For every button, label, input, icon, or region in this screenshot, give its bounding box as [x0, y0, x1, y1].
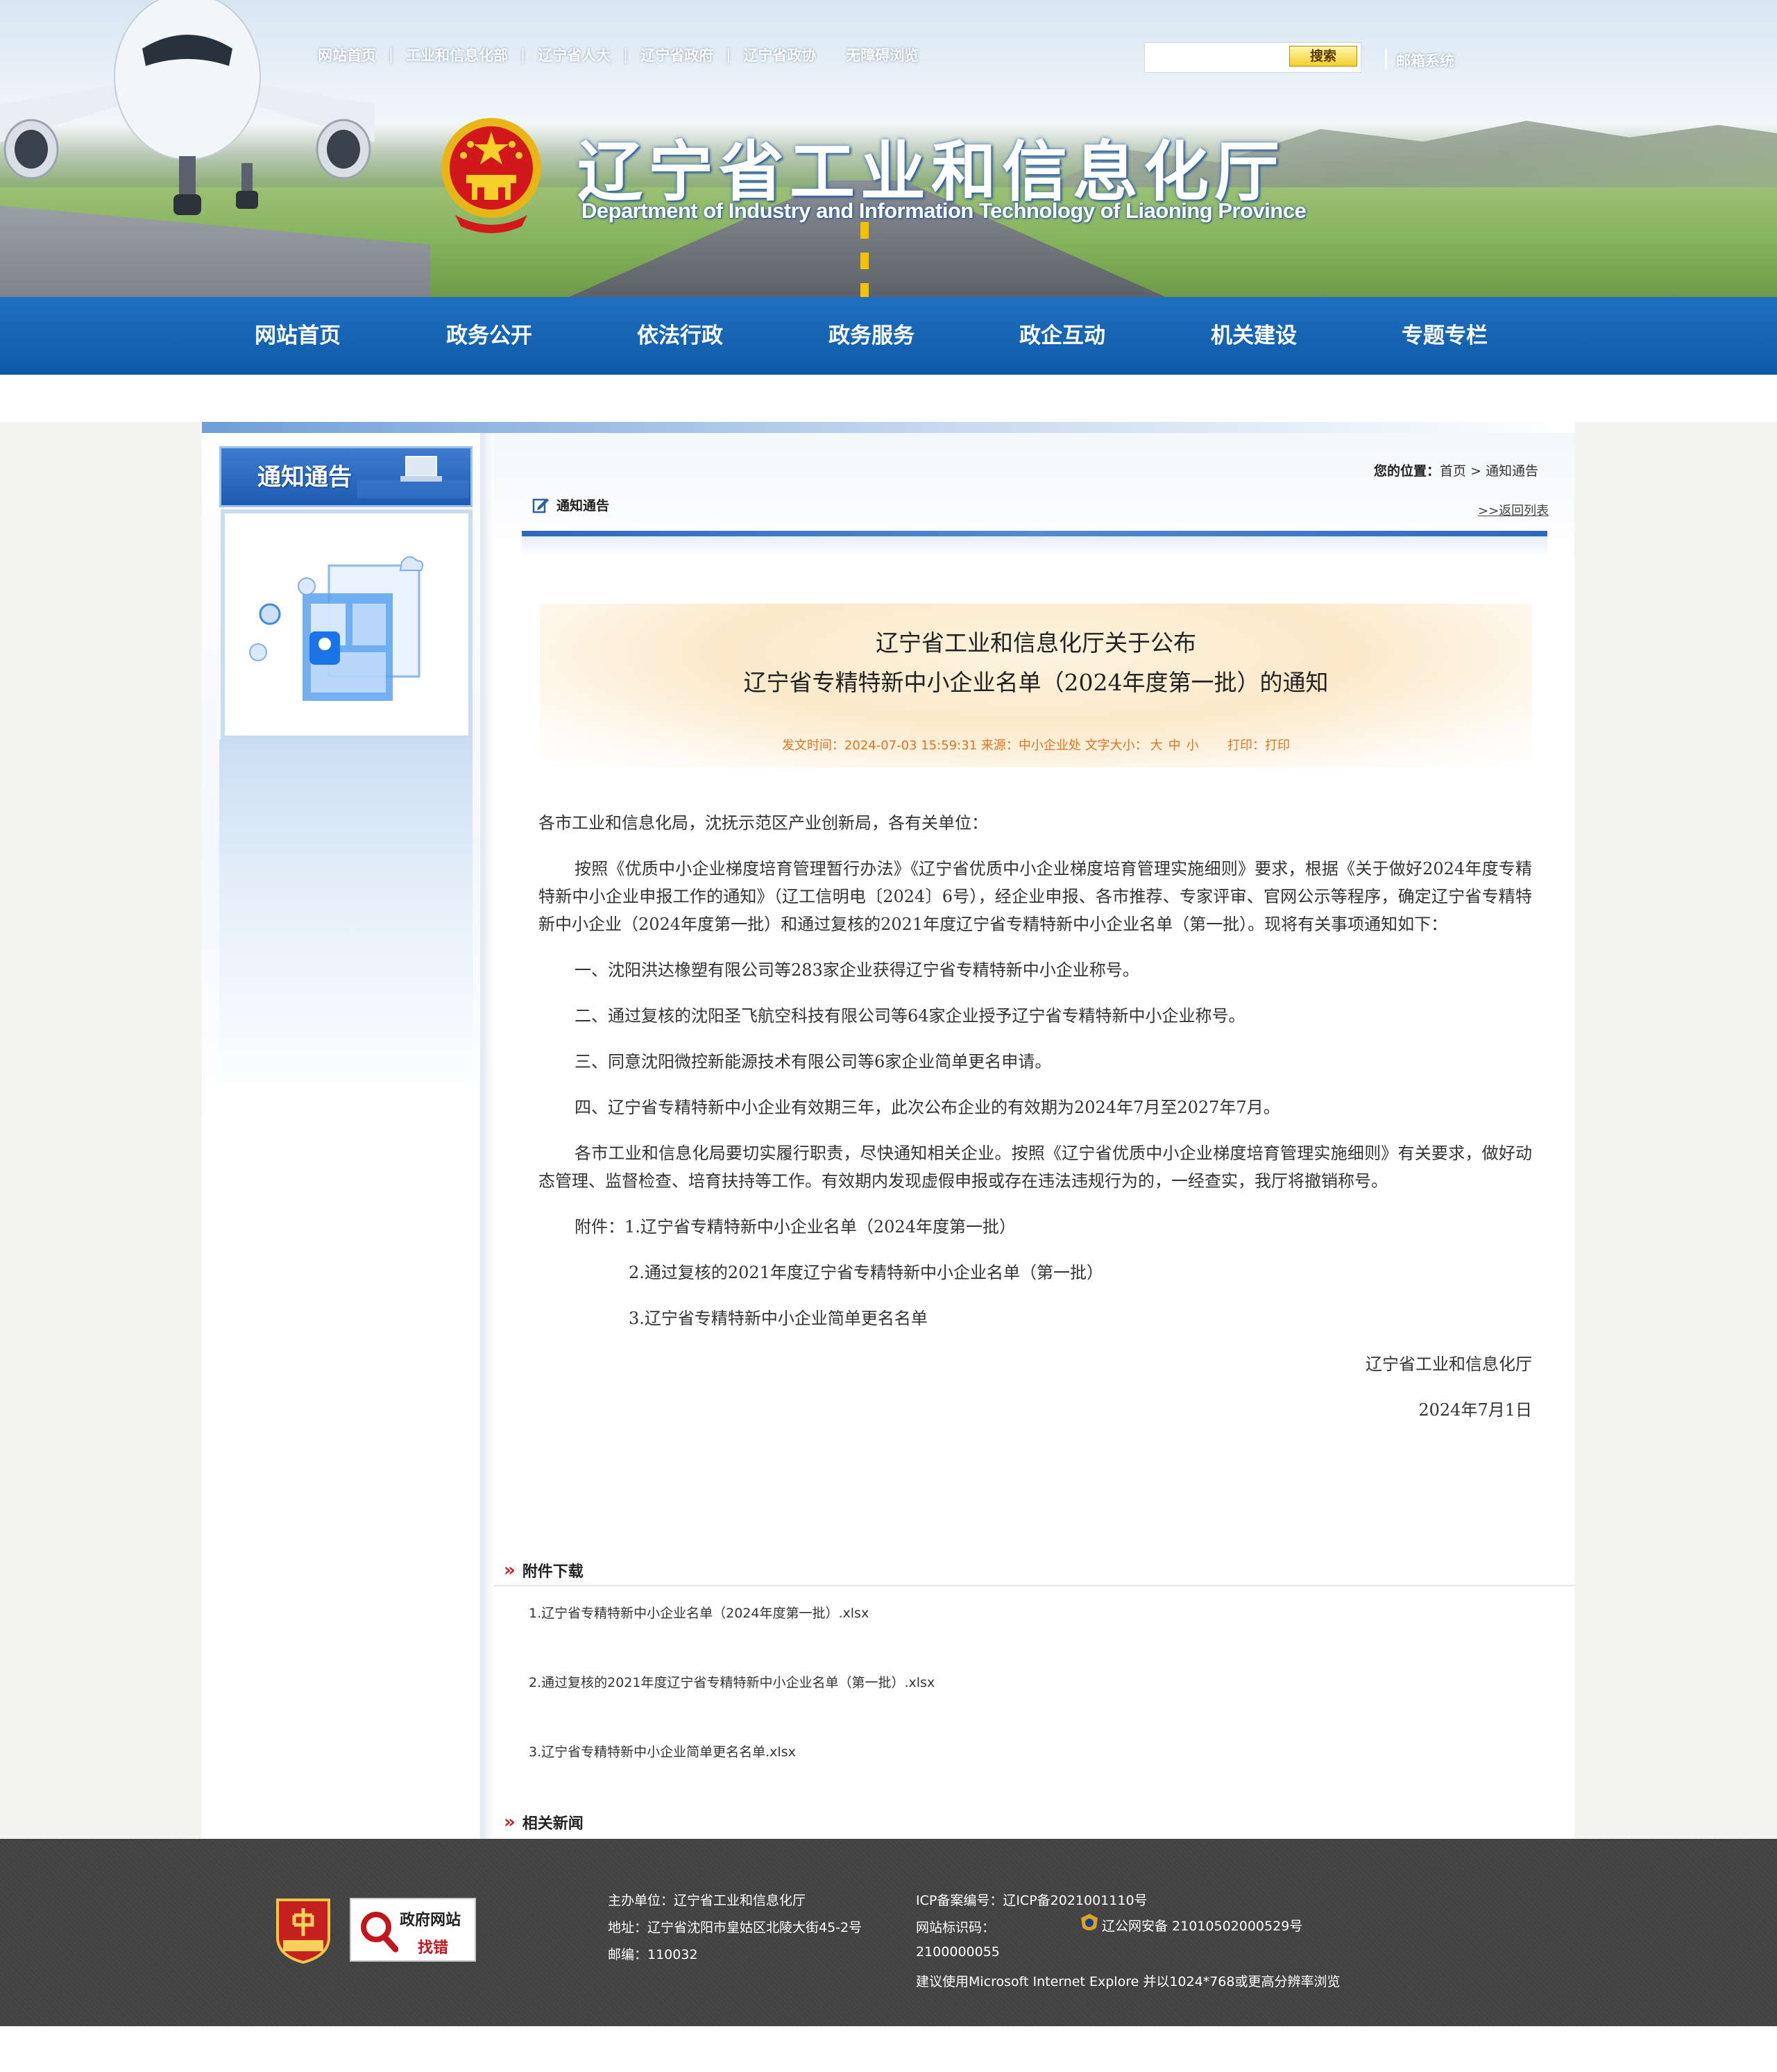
footer-site-id-label: 网站标识码： — [916, 1920, 996, 1935]
body-paragraph: 二、通过复核的沈阳圣飞航空科技有限公司等64家企业授予辽宁省专精特新中小企业称号… — [575, 1006, 1245, 1026]
sidebar-title-box: 通知通告 — [219, 446, 473, 507]
footer-host: 主办单位：辽宁省工业和信息化厅 — [608, 1893, 806, 1908]
airplane-image — [0, 0, 375, 215]
meta-print-label: 打印： — [1227, 738, 1266, 753]
nav-item-organ[interactable]: 机关建设 — [1211, 297, 1297, 375]
mail-system-link[interactable]: 邮箱系统 — [1396, 50, 1454, 71]
body-paragraph: 按照《优质中小企业梯度培育管理暂行办法》《辽宁省优质中小企业梯度培育管理实施细则… — [538, 859, 1532, 934]
toplink-home[interactable]: 网站首页 — [318, 44, 376, 65]
meta-fontsize-label: 文字大小： — [1085, 738, 1148, 753]
attachment-link-1[interactable]: 1.辽宁省专精特新中小企业名单（2024年度第一批）.xlsx — [529, 1603, 869, 1622]
search-input[interactable] — [1149, 49, 1288, 67]
breadcrumb: 您的位置：首页 > 通知通告 — [1374, 461, 1538, 479]
toplink-gov[interactable]: 辽宁省政府 — [640, 44, 713, 65]
back-to-list-link[interactable]: >>返回列表 — [1478, 501, 1549, 519]
left-decor-strip — [219, 740, 473, 1101]
body-paragraph: 各市工业和信息化局要切实履行职责，尽快通知相关企业。按照《辽宁省优质中小企业梯度… — [538, 1144, 1532, 1191]
section-label-row: 通知通告 — [532, 495, 609, 514]
related-news-header: » 相关新闻 — [504, 1808, 584, 1836]
edit-icon — [532, 498, 549, 513]
attachment-line: 3.辽宁省专精特新中小企业简单更名名单 — [629, 1309, 928, 1328]
site-title-en: Department of Industry and Information T… — [581, 198, 1307, 223]
toplink-npc[interactable]: 辽宁省人大 — [538, 44, 611, 65]
sidebar-illustration-box — [221, 509, 473, 740]
article-title: 辽宁省工业和信息化厅关于公布 辽宁省专精特新中小企业名单（2024年度第一批）的… — [540, 623, 1532, 702]
national-emblem-icon — [441, 118, 541, 233]
govfind-line1: 政府网站 — [400, 1912, 461, 1929]
breadcrumb-label: 您的位置： — [1374, 464, 1440, 479]
attachment-line: 附件：1.辽宁省专精特新中小企业名单（2024年度第一批） — [575, 1217, 1016, 1237]
header-blue-rule — [522, 531, 1547, 536]
dashboard-illustration-icon — [249, 556, 423, 701]
article-title-line2: 辽宁省专精特新中小企业名单（2024年度第一批）的通知 — [743, 669, 1329, 696]
body-paragraph: 一、沈阳洪达橡塑有限公司等283家企业获得辽宁省专精特新中小企业称号。 — [575, 960, 1139, 980]
signature-date: 2024年7月1日 — [1418, 1400, 1532, 1420]
article-body: 各市工业和信息化局，沈抚示范区产业创新局，各有关单位： 按照《优质中小企业梯度培… — [538, 809, 1532, 1442]
footer-postcode: 邮编：110032 — [608, 1947, 698, 1962]
main-nav: 网站首页 政务公开 依法行政 政务服务 政企互动 机关建设 专题专栏 — [0, 297, 1777, 375]
attachments-rule — [494, 1585, 1574, 1586]
section-label: 通知通告 — [556, 498, 610, 513]
article-meta: 发文时间：2024-07-03 15:59:31 来源：中小企业处 文字大小：大… — [540, 736, 1532, 754]
toplink-separator: | — [623, 46, 629, 63]
body-paragraph: 各市工业和信息化局，沈抚示范区产业创新局，各有关单位： — [538, 813, 988, 833]
toplink-separator: | — [726, 46, 731, 63]
footer-browser-tip: 建议使用Microsoft Internet Explore 并以1024*76… — [916, 1974, 1341, 1989]
govfind-line2: 找错 — [418, 1939, 449, 1957]
meta-pubtime: 发文时间：2024-07-03 15:59:31 — [781, 738, 978, 753]
body-paragraph: 三、同意沈阳微控新能源技术有限公司等6家企业简单更名申请。 — [575, 1052, 1052, 1071]
gov-site-report-error-button[interactable]: 政府网站 找错 — [350, 1898, 476, 1962]
breadcrumb-current[interactable]: 通知通告 — [1486, 464, 1538, 479]
police-badge-icon — [1081, 1914, 1098, 1930]
laptop-icon — [357, 456, 468, 498]
top-links-bar: 网站首页 | 工业和信息化部 | 辽宁省人大 | 辽宁省政府 | 辽宁省政协 |… — [318, 44, 919, 65]
breadcrumb-separator: > — [1470, 464, 1481, 479]
attachment-line: 2.通过复核的2021年度辽宁省专精特新中小企业名单（第一批） — [629, 1263, 1103, 1282]
header-banner: 网站首页 | 工业和信息化部 | 辽宁省人大 | 辽宁省政府 | 辽宁省政协 |… — [0, 0, 1777, 297]
nav-item-gov-service[interactable]: 政务服务 — [828, 297, 915, 375]
nav-item-home[interactable]: 网站首页 — [255, 297, 341, 375]
magnifier-icon — [361, 1912, 398, 1953]
sidebar-title: 通知通告 — [257, 464, 352, 491]
footer-address: 地址：辽宁省沈阳市皇姑区北陵大街45-2号 — [608, 1920, 862, 1935]
toplink-separator: | — [389, 46, 394, 63]
toplink-cppcc[interactable]: 辽宁省政协 — [743, 44, 816, 65]
related-news-title: 相关新闻 — [522, 1815, 584, 1833]
footer-icp[interactable]: ICP备案编号：辽ICP备2021001110号 — [916, 1890, 1148, 1909]
search-button[interactable]: 搜索 — [1289, 46, 1357, 67]
toplink-miit[interactable]: 工业和信息化部 — [406, 44, 508, 65]
container-top-border — [202, 422, 1574, 433]
banner-road-line — [860, 222, 869, 297]
attachment-link-2[interactable]: 2.通过复核的2021年度辽宁省专精特新中小企业名单（第一批）.xlsx — [529, 1672, 935, 1691]
attachments-title: 附件下载 — [522, 1563, 584, 1581]
double-chevron-icon: » — [504, 1812, 516, 1833]
print-button[interactable]: 打印 — [1265, 738, 1290, 753]
font-size-medium-button[interactable]: 中 — [1168, 738, 1181, 753]
breadcrumb-home[interactable]: 首页 — [1440, 464, 1466, 479]
font-size-large-button[interactable]: 大 — [1150, 738, 1163, 753]
footer-police-record[interactable]: 辽公网安备 21010502000529号 — [1102, 1916, 1302, 1935]
nav-item-gov-open[interactable]: 政务公开 — [446, 297, 532, 375]
double-chevron-icon: » — [504, 1560, 516, 1581]
meta-source: 来源：中小企业处 — [980, 738, 1081, 753]
footer — [0, 1839, 1777, 2026]
nav-item-topics[interactable]: 专题专栏 — [1402, 297, 1488, 375]
attachment-link-3[interactable]: 3.辽宁省专精特新中小企业简单更名名单.xlsx — [529, 1742, 796, 1760]
header-rule-shadow — [522, 536, 1547, 557]
signature-org: 辽宁省工业和信息化厅 — [1366, 1355, 1532, 1374]
mail-separator — [1385, 49, 1387, 69]
article-title-line1: 辽宁省工业和信息化厅关于公布 — [876, 629, 1196, 656]
body-paragraph: 四、辽宁省专精特新中小企业有效期三年，此次公布企业的有效期为2024年7月至20… — [575, 1098, 1280, 1117]
attachments-header: » 附件下载 — [504, 1556, 584, 1584]
toplink-accessibility[interactable]: 无障碍浏览 — [846, 44, 919, 65]
nav-item-interaction[interactable]: 政企互动 — [1019, 297, 1105, 375]
nav-item-law-admin[interactable]: 依法行政 — [637, 297, 723, 375]
font-size-small-button[interactable]: 小 — [1187, 738, 1199, 753]
right-column-shadow — [480, 433, 494, 1839]
footer-site-id: 2100000055 — [916, 1944, 1000, 1960]
party-organ-badge-icon[interactable] — [273, 1894, 333, 1964]
toplink-separator: | — [520, 46, 526, 63]
